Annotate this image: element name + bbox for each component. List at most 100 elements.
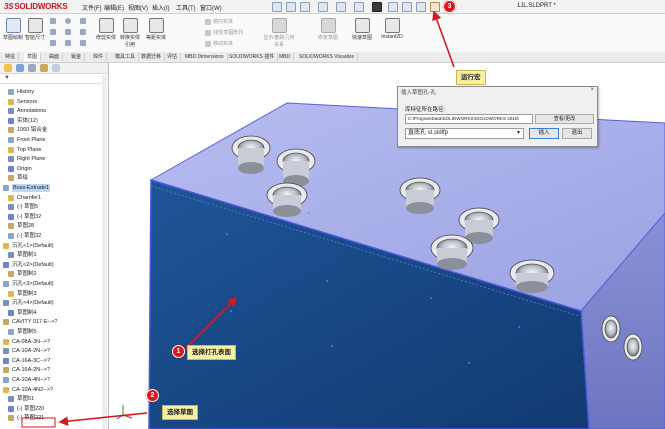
tab-solidworks-visualize[interactable]: SOLIDWORKS Visualize <box>296 53 359 61</box>
dialog-close-button[interactable]: × <box>590 87 594 93</box>
insert-button[interactable]: 插入 <box>529 128 559 139</box>
exit-button[interactable]: 退出 <box>562 128 592 139</box>
tree-item[interactable]: Origin <box>0 165 100 173</box>
menu-file[interactable]: 文件(F) <box>82 3 102 12</box>
undo-icon[interactable] <box>354 2 364 12</box>
tree-item[interactable]: 沉孔<2>(Default) <box>0 261 100 269</box>
tree-scrollbar[interactable] <box>102 75 107 429</box>
library-path-field[interactable]: C:\ProgramData\SOLIDWORKS\SOLIDWORKS 201… <box>405 114 533 124</box>
tab-surfaces[interactable]: 曲面 <box>46 53 64 61</box>
tree-item[interactable]: 草图制1 <box>0 251 100 259</box>
arc-tool[interactable] <box>80 18 88 24</box>
property-manager-tab-icon[interactable] <box>16 64 24 72</box>
tab-mbd[interactable]: MBD <box>276 53 295 61</box>
offset-entities-button[interactable]: 等距实体 <box>144 18 168 41</box>
smart-dimension-button[interactable]: 智能尺寸 <box>25 18 45 41</box>
repair-sketch-button[interactable]: 修复草图 <box>316 18 340 41</box>
text-tool[interactable] <box>65 40 73 46</box>
tab-data-migration[interactable]: 数据迁移 <box>138 53 166 61</box>
rectangle-tool[interactable] <box>50 29 58 35</box>
tree-item[interactable]: CAVITY 017-E-->? <box>0 318 100 326</box>
tree-item[interactable]: Chamfer1 <box>0 194 100 202</box>
line-tool[interactable] <box>50 18 58 24</box>
tree-item[interactable]: 实体(12) <box>0 117 100 125</box>
tree-item[interactable]: CA-16A-2N-->? <box>0 366 100 374</box>
feature-select[interactable]: 直底孔 st.sldlfp ▼ <box>405 128 524 139</box>
slot-tool[interactable] <box>65 29 73 35</box>
tab-sheet-metal[interactable]: 钣金 <box>68 53 86 61</box>
menu-window[interactable]: 窗口(W) <box>200 3 222 12</box>
view-change-button[interactable]: 查看/更改 <box>535 114 594 124</box>
tree-item[interactable]: Right Plane <box>0 155 100 163</box>
tree-item[interactable]: Sensors <box>0 98 100 106</box>
rapid-sketch-icon <box>354 18 370 33</box>
tree-item[interactable]: (-) 草图5 <box>0 203 100 211</box>
select-arrow-icon[interactable] <box>372 2 382 12</box>
tab-sketch[interactable]: 草图 <box>24 53 42 61</box>
trim-button[interactable]: 修剪实体 <box>96 18 116 41</box>
tree-item[interactable]: 草图28 <box>0 222 100 230</box>
tab-evaluate[interactable]: 评估 <box>164 53 182 61</box>
tree-item[interactable]: Front Plane <box>0 136 100 144</box>
tree-item[interactable]: (-) 草图32 <box>0 232 100 240</box>
mirror-entities-button[interactable]: 镜向实体 <box>205 18 233 25</box>
tree-item[interactable]: 草图制2 <box>0 270 100 278</box>
file-properties-icon[interactable] <box>402 2 412 12</box>
tree-item[interactable]: CA-08A-3N-->? <box>0 338 100 346</box>
tree-item[interactable]: 沉孔<3>(Default) <box>0 280 100 288</box>
tree-item[interactable]: History <box>0 88 100 96</box>
tree-item[interactable]: Top Plane <box>0 146 100 154</box>
run-macro-icon[interactable] <box>430 2 440 12</box>
menu-tools[interactable]: 工具(T) <box>176 3 196 12</box>
rebuild-icon[interactable] <box>388 2 398 12</box>
feature-manager-tab-icon[interactable] <box>4 64 12 72</box>
tree-item[interactable]: 草图51 <box>0 395 100 403</box>
tree-item[interactable]: CA-10A-2N-->? <box>0 347 100 355</box>
tree-item[interactable]: 沉孔<1>(Default) <box>0 242 100 250</box>
linear-pattern-button[interactable]: 线性草图阵列 <box>205 29 243 36</box>
tree-filter[interactable]: ▼ <box>0 74 108 84</box>
spline-tool[interactable] <box>50 40 58 46</box>
tree-item[interactable]: 1060 铝合金 <box>0 126 100 134</box>
tree-item[interactable]: CA-16A-3C-->? <box>0 357 100 365</box>
tab-mbd-dimensions[interactable]: MBD Dimensions <box>182 53 228 61</box>
tab-solidworks-addins[interactable]: SOLIDWORKS 插件 <box>226 53 279 61</box>
tree-item[interactable]: Annotations <box>0 107 100 115</box>
tree-item[interactable]: 草图制4 <box>0 309 100 317</box>
tree-item[interactable]: (-) 草图32 <box>0 213 100 221</box>
instant2d-button[interactable]: Instant2D <box>378 18 406 40</box>
tree-item[interactable]: Boss-Extrude1 <box>0 184 100 192</box>
print-icon[interactable] <box>336 2 346 12</box>
tree-item[interactable]: CA-10A-4N-->? <box>0 376 100 384</box>
menu-edit[interactable]: 编辑(E) <box>104 3 124 12</box>
tree-item[interactable]: (-) 草图220 <box>0 405 100 413</box>
configuration-manager-tab-icon[interactable] <box>28 64 36 72</box>
home-icon[interactable] <box>272 2 282 12</box>
menu-view[interactable]: 视图(V) <box>128 3 148 12</box>
move-entities-button[interactable]: 移动实体 <box>205 40 233 47</box>
circle-tool[interactable] <box>65 18 73 24</box>
rapid-sketch-button[interactable]: 快速草图 <box>350 18 374 41</box>
open-file-icon[interactable] <box>300 2 310 12</box>
new-file-icon[interactable] <box>286 2 296 12</box>
tree-item[interactable]: 草图制3 <box>0 290 100 298</box>
display-manager-tab-icon[interactable] <box>52 64 60 72</box>
tree-item[interactable]: 沉孔<4>(Default) <box>0 299 100 307</box>
polygon-tool[interactable] <box>80 29 88 35</box>
point-tool[interactable] <box>80 40 88 46</box>
tree-item[interactable]: 草绘 <box>0 174 100 182</box>
tree-item[interactable]: CA-10A-4N2-->? <box>0 386 100 394</box>
save-icon[interactable] <box>318 2 328 12</box>
sketch-button[interactable]: 草图绘制 <box>3 18 23 41</box>
tree-item[interactable]: (-) 草图221 <box>0 414 100 422</box>
dimxpert-tab-icon[interactable] <box>40 64 48 72</box>
options-gear-icon[interactable] <box>416 2 426 12</box>
tab-features[interactable]: 特征 <box>2 53 20 61</box>
tab-weldments[interactable]: 焊件 <box>90 53 108 61</box>
tab-mold-tools[interactable]: 模具工具 <box>112 53 140 61</box>
tree-item[interactable]: 草图制5 <box>0 328 100 336</box>
menu-insert[interactable]: 插入(I) <box>152 3 170 12</box>
feature-icon <box>8 213 14 220</box>
display-relations-button[interactable]: 显示/删除几何关系 <box>262 18 296 48</box>
convert-entities-button[interactable]: 转换实体引用 <box>118 18 142 48</box>
